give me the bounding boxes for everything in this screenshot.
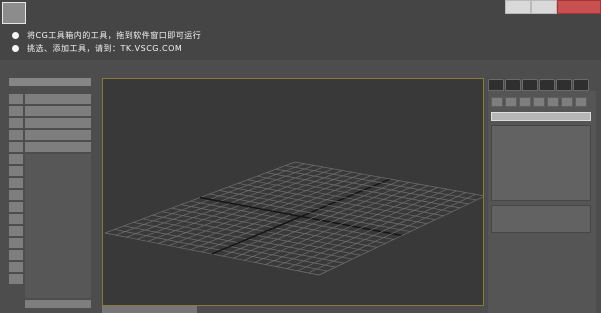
left-rollout-row[interactable] bbox=[25, 106, 91, 116]
command-button[interactable] bbox=[575, 97, 587, 107]
bullet-icon bbox=[12, 45, 19, 52]
tips-area: 将CG工具箱内的工具，拖到软件窗口即可运行 挑选、添加工具，请到：TK.VSCG… bbox=[0, 26, 601, 60]
left-rollout-list bbox=[25, 94, 91, 154]
command-panel-tab[interactable] bbox=[505, 79, 521, 91]
left-tool-button[interactable] bbox=[9, 178, 23, 188]
command-panel-tab[interactable] bbox=[522, 79, 538, 91]
left-tool-button[interactable] bbox=[9, 118, 23, 128]
left-tool-button[interactable] bbox=[9, 154, 23, 164]
command-button[interactable] bbox=[491, 97, 503, 107]
maximize-button[interactable] bbox=[531, 0, 557, 14]
left-tool-button[interactable] bbox=[9, 214, 23, 224]
left-rollout-row[interactable] bbox=[25, 142, 91, 152]
command-button[interactable] bbox=[547, 97, 559, 107]
command-button[interactable] bbox=[519, 97, 531, 107]
grid-floor bbox=[104, 161, 483, 276]
left-tool-button[interactable] bbox=[9, 262, 23, 272]
command-button[interactable] bbox=[561, 97, 573, 107]
left-rollout-row[interactable] bbox=[25, 130, 91, 140]
left-tool-button[interactable] bbox=[9, 130, 23, 140]
left-tool-button[interactable] bbox=[9, 250, 23, 260]
close-button[interactable] bbox=[557, 0, 601, 14]
workspace bbox=[0, 60, 601, 313]
left-panel-footer[interactable] bbox=[25, 300, 91, 308]
left-tool-button[interactable] bbox=[9, 238, 23, 248]
minimize-button[interactable] bbox=[505, 0, 531, 14]
left-tool-button[interactable] bbox=[9, 190, 23, 200]
grid-line bbox=[275, 168, 469, 205]
tip-item: 将CG工具箱内的工具，拖到软件窗口即可运行 bbox=[12, 29, 201, 42]
command-button-row bbox=[491, 97, 589, 107]
bullet-icon bbox=[12, 32, 19, 39]
window-controls bbox=[505, 0, 601, 14]
left-tool-button[interactable] bbox=[9, 94, 23, 104]
left-toolbar bbox=[9, 94, 23, 286]
left-tool-button[interactable] bbox=[9, 142, 23, 152]
command-panel-tab[interactable] bbox=[539, 79, 555, 91]
left-tool-button[interactable] bbox=[9, 202, 23, 212]
left-tool-button[interactable] bbox=[9, 226, 23, 236]
title-bar bbox=[0, 0, 601, 26]
left-tool-button[interactable] bbox=[9, 106, 23, 116]
left-panel-body bbox=[25, 154, 91, 298]
command-button[interactable] bbox=[505, 97, 517, 107]
object-type-rollout bbox=[491, 125, 591, 201]
left-rollout-row[interactable] bbox=[25, 118, 91, 128]
command-panel bbox=[488, 91, 596, 313]
tip-text-drag: 将CG工具箱内的工具，拖到软件窗口即可运行 bbox=[27, 31, 202, 40]
name-field[interactable] bbox=[491, 112, 591, 121]
left-panel-header[interactable] bbox=[9, 78, 91, 86]
app-icon[interactable] bbox=[2, 2, 26, 24]
left-rollout-row[interactable] bbox=[25, 94, 91, 104]
tip-text-website: 挑选、添加工具，请到：TK.VSCG.COM bbox=[27, 44, 183, 53]
name-color-rollout bbox=[491, 205, 591, 233]
left-tool-button[interactable] bbox=[9, 274, 23, 284]
command-panel-tabs bbox=[488, 79, 590, 91]
command-panel-tab[interactable] bbox=[573, 79, 589, 91]
command-panel-tab[interactable] bbox=[488, 79, 504, 91]
left-tool-button[interactable] bbox=[9, 166, 23, 176]
viewport-timeline-bar[interactable] bbox=[102, 306, 197, 313]
command-button[interactable] bbox=[533, 97, 545, 107]
perspective-viewport[interactable] bbox=[102, 78, 484, 306]
command-panel-tab[interactable] bbox=[556, 79, 572, 91]
tip-item: 挑选、添加工具，请到：TK.VSCG.COM bbox=[12, 42, 182, 55]
